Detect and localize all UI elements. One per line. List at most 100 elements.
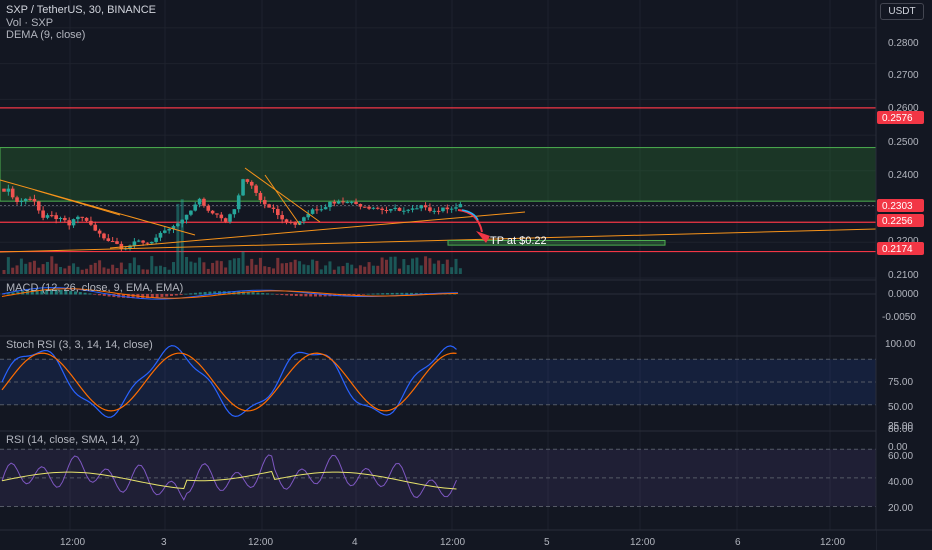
- macd-tick: -0.0050: [882, 312, 916, 323]
- candle-body: [80, 216, 85, 218]
- macd-histogram-bar: [395, 292, 399, 295]
- candle-body: [245, 179, 250, 182]
- macd-histogram-bar: [256, 292, 260, 295]
- candle-body: [423, 205, 428, 208]
- candle-body: [67, 220, 71, 226]
- volume-bar: [402, 259, 406, 274]
- candle-body: [410, 208, 415, 210]
- volume-bar: [154, 266, 158, 274]
- candle-body: [393, 207, 397, 209]
- volume-bar: [371, 265, 375, 274]
- candle-body: [402, 210, 406, 212]
- candle-body: [228, 214, 232, 222]
- rsi-legend[interactable]: RSI (14, close, SMA, 14, 2): [6, 434, 139, 447]
- volume-bar: [311, 259, 315, 274]
- candle-body: [210, 210, 215, 214]
- volume-bar: [367, 262, 371, 274]
- volume-bar: [32, 260, 36, 274]
- macd-histogram-bar: [405, 292, 409, 295]
- candle-body: [419, 205, 424, 209]
- candle-body: [280, 215, 284, 220]
- price-axis[interactable]: 0.2800 0.2700 0.2600 0.2500 0.2400 0.230…: [875, 0, 932, 550]
- volume-bar: [298, 261, 302, 274]
- volume-bar: [306, 265, 310, 274]
- macd-histogram-bar: [366, 293, 370, 295]
- time-axis-bg: [0, 530, 876, 550]
- stoch-tick: 75.00: [888, 377, 913, 388]
- candle-body: [180, 219, 184, 224]
- stoch-rsi-legend[interactable]: Stoch RSI (3, 3, 14, 14, close): [6, 339, 153, 352]
- candle-body: [271, 207, 276, 209]
- volume-bar: [258, 257, 262, 274]
- macd-histogram-bar: [294, 294, 298, 297]
- volume-bar: [241, 251, 245, 274]
- volume-bar: [237, 258, 241, 274]
- volume-bar: [28, 262, 32, 274]
- candle-body: [141, 240, 145, 243]
- volume-bar: [415, 257, 419, 274]
- volume-bar: [119, 262, 123, 274]
- candle-body: [319, 209, 324, 211]
- candle-body: [97, 230, 102, 234]
- volume-bar: [24, 263, 28, 274]
- candle-body: [45, 215, 50, 218]
- candle-body: [458, 204, 463, 208]
- volume-bar: [293, 259, 297, 274]
- volume-bar: [324, 265, 328, 274]
- volume-bar: [219, 261, 223, 274]
- volume-bar: [176, 203, 180, 274]
- dema-legend[interactable]: DEMA (9, close): [6, 29, 85, 42]
- volume-bar: [206, 268, 210, 274]
- volume-bar: [172, 262, 175, 274]
- macd-histogram-bar: [386, 293, 389, 295]
- time-tick: 5: [544, 537, 550, 548]
- tp-target-box[interactable]: [447, 239, 666, 246]
- candle-body: [449, 208, 454, 210]
- volume-bar: [245, 265, 249, 274]
- candle-body: [106, 238, 111, 241]
- time-axis[interactable]: 12:00 3 12:00 4 12:00 5 12:00 6 12:00: [0, 529, 932, 550]
- macd-legend[interactable]: MACD (12, 26, close, 9, EMA, EMA): [6, 282, 183, 295]
- volume-bar: [180, 199, 184, 274]
- volume-bar: [2, 270, 6, 274]
- candle-body: [2, 188, 6, 192]
- volume-bar: [145, 269, 149, 274]
- volume-bar: [380, 257, 384, 274]
- volume-bar: [132, 257, 136, 274]
- macd-histogram-bar: [376, 293, 380, 295]
- price-tick: 0.2100: [888, 270, 919, 281]
- candle-body: [293, 222, 297, 225]
- volume-bar: [111, 264, 115, 274]
- candle-body: [358, 203, 363, 207]
- currency-button[interactable]: USDT: [880, 3, 924, 20]
- symbol-legend[interactable]: SXP / TetherUS, 30, BINANCE: [6, 4, 156, 17]
- macd-histogram-bar: [362, 294, 365, 295]
- macd-histogram-bar: [261, 292, 265, 295]
- volume-bar: [319, 269, 323, 274]
- volume-bar: [115, 268, 119, 274]
- volume-bar: [85, 268, 89, 274]
- volume-bar: [193, 262, 197, 274]
- candle-body: [32, 198, 37, 202]
- candle-body: [284, 219, 289, 222]
- candle-body: [384, 210, 389, 212]
- macd-histogram-bar: [400, 292, 404, 295]
- rsi-tick: 60.00: [888, 451, 913, 462]
- time-tick: 12:00: [248, 537, 273, 548]
- candle-body: [15, 197, 19, 202]
- candle-body: [415, 208, 419, 210]
- candle-body: [158, 232, 163, 238]
- candle-body: [71, 219, 76, 226]
- candle-body: [223, 218, 228, 222]
- macd-histogram-bar: [194, 292, 197, 295]
- volume-bar: [441, 263, 445, 274]
- price-badge-label: 0.2576: [882, 113, 913, 124]
- volume-bar: [215, 260, 219, 274]
- price-tick: 0.2500: [888, 137, 919, 148]
- macd-histogram-bar: [371, 293, 375, 295]
- rsi-tick: 40.00: [888, 477, 913, 488]
- chart-canvas[interactable]: TP at $0.22 0.2800 0.2700 0.2600 0.2500 …: [0, 0, 932, 550]
- candle-body: [189, 210, 193, 215]
- candle-body: [315, 209, 319, 211]
- volume-bar: [424, 256, 428, 274]
